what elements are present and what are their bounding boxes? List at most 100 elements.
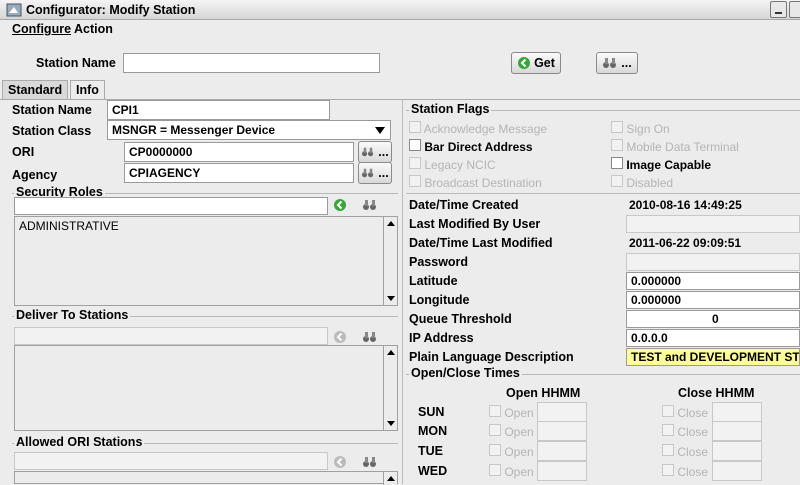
add-role-icon[interactable] bbox=[333, 198, 347, 212]
close-header: Close HHMM bbox=[678, 386, 755, 400]
allowed-scrollbar[interactable] bbox=[383, 472, 397, 485]
add-allowed-icon[interactable] bbox=[333, 455, 347, 469]
roles-scrollbar[interactable] bbox=[383, 217, 397, 305]
open-checkbox[interactable]: Open bbox=[489, 464, 534, 479]
password-label: Password bbox=[409, 255, 469, 269]
open-checkbox[interactable]: Open bbox=[489, 405, 534, 420]
open-time-field[interactable] bbox=[537, 441, 587, 461]
ori-label: ORI bbox=[12, 145, 35, 159]
close-time-field[interactable] bbox=[712, 402, 762, 422]
latitude-label: Latitude bbox=[409, 274, 458, 288]
open-header: Open HHMM bbox=[506, 386, 581, 400]
allowed-input[interactable] bbox=[14, 452, 328, 470]
deliver-scrollbar[interactable] bbox=[383, 346, 397, 430]
close-time-field[interactable] bbox=[712, 441, 762, 461]
ori-input[interactable]: CP0000000 bbox=[124, 142, 354, 162]
binoculars-icon[interactable] bbox=[362, 330, 378, 344]
latitude-input[interactable]: 0.000000 bbox=[626, 272, 800, 290]
station-class-value: MSNGR = Messenger Device bbox=[112, 123, 276, 137]
add-deliver-icon[interactable] bbox=[333, 330, 347, 344]
maximize-button[interactable] bbox=[789, 1, 800, 18]
menu-bar: Configure Action bbox=[0, 20, 800, 46]
close-time-field[interactable] bbox=[712, 421, 762, 441]
close-checkbox[interactable]: Close bbox=[662, 464, 708, 479]
menu-action[interactable]: Action bbox=[74, 22, 113, 36]
close-checkbox[interactable]: Close bbox=[662, 424, 708, 439]
deliver-input[interactable] bbox=[14, 327, 328, 345]
station-class-label: Station Class bbox=[12, 124, 92, 138]
security-roles-list[interactable]: ADMINISTRATIVE bbox=[14, 216, 398, 306]
top-station-name-input[interactable] bbox=[123, 53, 380, 73]
times-title: Open/Close Times bbox=[409, 366, 522, 380]
title-bar: Configurator: Modify Station bbox=[0, 0, 800, 20]
get-button[interactable]: Get bbox=[511, 52, 561, 74]
ip-input[interactable]: 0.0.0.0 bbox=[626, 329, 800, 347]
day-label: WED bbox=[418, 464, 448, 478]
menu-configure[interactable]: Configure bbox=[12, 22, 71, 36]
sign-on-checkbox[interactable]: Sign On bbox=[611, 121, 670, 136]
agency-lookup-label: ... bbox=[378, 166, 389, 180]
tab-standard[interactable]: Standard bbox=[2, 80, 69, 100]
deliver-label: Deliver To Stations bbox=[14, 308, 131, 322]
longitude-label: Longitude bbox=[409, 293, 470, 307]
broadcast-checkbox[interactable]: Broadcast Destination bbox=[409, 175, 542, 190]
station-name-input[interactable]: CPI1 bbox=[107, 100, 330, 120]
agency-label: Agency bbox=[12, 168, 58, 182]
modified-by-field bbox=[626, 215, 800, 233]
queue-input[interactable]: 0 bbox=[626, 310, 800, 328]
top-lookup-label: ... bbox=[621, 56, 632, 70]
get-label: Get bbox=[534, 56, 555, 70]
allowed-label: Allowed ORI Stations bbox=[14, 435, 145, 449]
open-checkbox[interactable]: Open bbox=[489, 424, 534, 439]
ori-lookup-label: ... bbox=[378, 145, 389, 159]
bar-direct-checkbox[interactable]: Bar Direct Address bbox=[409, 139, 533, 154]
modified-by-label: Last Modified By User bbox=[409, 217, 541, 231]
info-divider bbox=[406, 193, 800, 194]
day-label: MON bbox=[418, 424, 448, 438]
window-title: Configurator: Modify Station bbox=[26, 3, 196, 17]
open-checkbox[interactable]: Open bbox=[489, 444, 534, 459]
panel-divider bbox=[402, 100, 403, 484]
minimize-button[interactable] bbox=[770, 1, 787, 18]
agency-lookup-button[interactable]: ... bbox=[358, 162, 392, 184]
day-label: TUE bbox=[418, 444, 443, 458]
top-station-name-label: Station Name bbox=[36, 56, 116, 70]
allowed-list[interactable] bbox=[14, 471, 398, 485]
modified-value: 2011-06-22 09:09:51 bbox=[629, 236, 742, 250]
binoculars-icon[interactable] bbox=[362, 198, 378, 212]
close-time-field[interactable] bbox=[712, 461, 762, 481]
created-label: Date/Time Created bbox=[409, 198, 519, 212]
station-class-select[interactable]: MSNGR = Messenger Device bbox=[107, 120, 391, 140]
deliver-list[interactable] bbox=[14, 345, 398, 431]
disabled-checkbox[interactable]: Disabled bbox=[611, 175, 673, 190]
binoculars-icon bbox=[603, 58, 617, 68]
binoculars-icon bbox=[362, 147, 374, 157]
tab-info[interactable]: Info bbox=[70, 80, 105, 100]
station-name-label: Station Name bbox=[12, 103, 92, 117]
top-lookup-button[interactable]: ... bbox=[596, 52, 638, 74]
binoculars-icon[interactable] bbox=[362, 455, 378, 469]
open-time-field[interactable] bbox=[537, 461, 587, 481]
day-label: SUN bbox=[418, 405, 445, 419]
longitude-input[interactable]: 0.000000 bbox=[626, 291, 800, 309]
close-checkbox[interactable]: Close bbox=[662, 444, 708, 459]
app-icon bbox=[6, 3, 22, 17]
open-time-field[interactable] bbox=[537, 421, 587, 441]
security-roles-input[interactable] bbox=[14, 197, 328, 215]
modified-label: Date/Time Last Modified bbox=[409, 236, 553, 250]
open-time-field[interactable] bbox=[537, 402, 587, 422]
legacy-ncic-checkbox[interactable]: Legacy NCIC bbox=[409, 157, 496, 172]
ip-label: IP Address bbox=[409, 331, 474, 345]
close-checkbox[interactable]: Close bbox=[662, 405, 708, 420]
image-capable-checkbox[interactable]: Image Capable bbox=[611, 157, 711, 172]
mobile-terminal-checkbox[interactable]: Mobile Data Terminal bbox=[611, 139, 739, 154]
plain-label: Plain Language Description bbox=[409, 350, 574, 364]
ori-lookup-button[interactable]: ... bbox=[358, 141, 392, 163]
created-value: 2010-08-16 14:49:25 bbox=[629, 198, 742, 212]
agency-input[interactable]: CPIAGENCY bbox=[124, 163, 354, 183]
binoculars-icon bbox=[362, 168, 374, 178]
plain-input[interactable]: TEST and DEVELOPMENT STAT bbox=[626, 348, 800, 366]
password-field[interactable] bbox=[626, 253, 800, 271]
acknowledge-checkbox[interactable]: Acknowledge Message bbox=[409, 121, 547, 136]
list-item[interactable]: ADMINISTRATIVE bbox=[15, 217, 397, 235]
